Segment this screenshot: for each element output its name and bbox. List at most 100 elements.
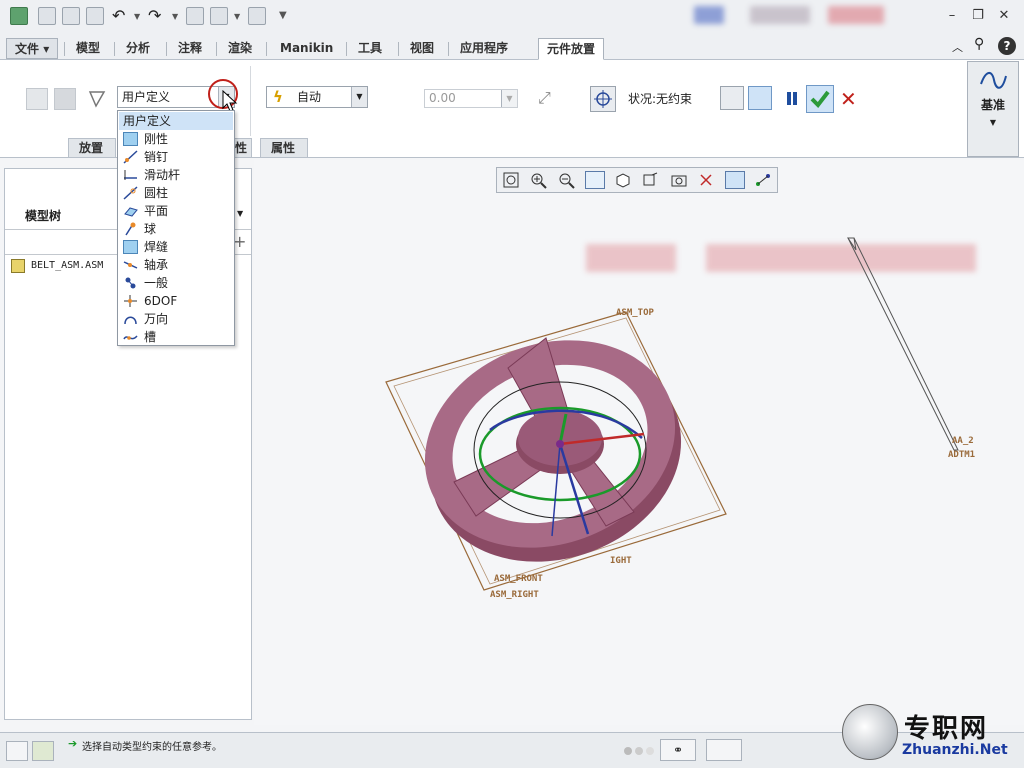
weld-icon [123, 240, 138, 254]
tab-analysis[interactable]: 分析 [118, 38, 158, 59]
browser-toggle-icon[interactable] [32, 741, 54, 761]
annotation-display-icon[interactable] [753, 171, 773, 189]
window-dropdown-icon[interactable]: ▼ [234, 12, 240, 21]
tab-tools[interactable]: 工具 [350, 38, 390, 59]
flip-icon[interactable]: ⤢ [538, 88, 551, 108]
assembly-window-icon[interactable] [748, 86, 772, 110]
regenerate-icon[interactable] [186, 7, 204, 25]
window-icon[interactable] [210, 7, 228, 25]
chevron-down-icon: ▼ [989, 118, 997, 127]
collapse-ribbon-icon[interactable]: ︿ [952, 39, 963, 55]
watermark-title: 专职网 [904, 714, 989, 744]
tab-annotate[interactable]: 注释 [170, 38, 210, 59]
cancel-button[interactable]: ✕ [840, 87, 857, 111]
option-pin[interactable]: 销钉 [119, 148, 233, 166]
group-properties[interactable]: 属性 [260, 138, 308, 157]
saved-orientations-icon[interactable] [641, 171, 661, 189]
chevron-down-icon[interactable]: ▼ [237, 209, 243, 218]
save-icon[interactable] [86, 7, 104, 25]
gimbal-icon [124, 316, 137, 325]
close-icon[interactable]: ✕ [996, 8, 1012, 24]
status-message: 选择自动类型约束的任意参考。 [82, 742, 222, 753]
confirm-button[interactable] [806, 85, 834, 113]
new-file-icon[interactable] [38, 7, 56, 25]
undo-icon[interactable]: ↶ [112, 7, 130, 25]
slider-icon [124, 170, 137, 180]
placement-icon[interactable] [86, 88, 108, 110]
separate-window-icon[interactable] [720, 86, 744, 110]
customize-toolbar-icon[interactable]: ▼ [279, 10, 287, 21]
undo-dropdown-icon[interactable]: ▼ [134, 12, 140, 21]
view-manager-icon[interactable] [669, 171, 689, 189]
datum-display-icon[interactable] [697, 171, 717, 189]
redo-dropdown-icon[interactable]: ▼ [172, 12, 178, 21]
datum-button[interactable]: 基准 ▼ [967, 61, 1019, 157]
close-window-icon[interactable] [248, 7, 266, 25]
constraint-status-icon[interactable] [590, 86, 616, 112]
datum-label-adtm[interactable]: ADTM1 [948, 450, 975, 460]
model-3d-view [385, 237, 976, 591]
datum-curve-icon [980, 72, 1007, 89]
option-slot[interactable]: 槽 [119, 328, 233, 346]
datum-label-aa[interactable]: AA_2 [952, 436, 974, 446]
datum-label-asm-right[interactable]: ASM_RIGHT [490, 590, 539, 600]
title-blur [694, 6, 724, 24]
option-user-defined[interactable]: 用户定义 [119, 112, 233, 130]
datum-label-asm-front[interactable]: ASM_FRONT [494, 574, 543, 584]
ball-icon [125, 222, 136, 236]
tab-render[interactable]: 渲染 [220, 38, 260, 59]
tab-applications[interactable]: 应用程序 [452, 38, 516, 59]
repaint-icon[interactable] [585, 171, 605, 189]
option-rigid[interactable]: 刚性 [119, 130, 233, 148]
option-slider[interactable]: 滑动杆 [119, 166, 233, 184]
graphics-viewport[interactable]: ASM_TOP ASM_FRONT ASM_RIGHT IGHT AA_2 AD… [254, 160, 1024, 725]
tree-root-item[interactable]: BELT_ASM.ASM [31, 260, 103, 271]
auto-constraint-combo[interactable]: ϟ 自动 ▼ [266, 86, 368, 108]
cylinder-icon [123, 186, 138, 200]
pause-icon[interactable] [784, 90, 800, 106]
option-bearing[interactable]: 轴承 [119, 256, 233, 274]
open-file-icon[interactable] [62, 7, 80, 25]
datum-label-right-partial: IGHT [610, 556, 632, 566]
option-6dof[interactable]: 6DOF [119, 292, 233, 310]
progress-indicator [624, 747, 654, 755]
display-style-icon[interactable] [613, 171, 633, 189]
datum-label-asm-top[interactable]: ASM_TOP [616, 308, 654, 318]
bearing-icon [123, 261, 138, 269]
chevron-down-icon[interactable]: ▼ [501, 90, 517, 107]
redo-icon[interactable]: ↷ [148, 7, 166, 25]
restore-icon[interactable]: ❐ [970, 8, 986, 24]
tab-view[interactable]: 视图 [402, 38, 442, 59]
group-placement[interactable]: 放置 [68, 138, 116, 157]
pin-icon [123, 150, 138, 164]
tab-component-placement[interactable]: 元件放置 [538, 38, 605, 60]
find-icon[interactable]: ⚭ [660, 739, 696, 761]
soccer-ball-logo [842, 704, 898, 760]
app-icon[interactable] [10, 7, 28, 25]
chevron-down-icon[interactable]: ▼ [351, 87, 367, 107]
zoom-in-icon[interactable] [529, 171, 549, 189]
slot-icon [123, 335, 138, 340]
option-ball[interactable]: 球 [119, 220, 233, 238]
assembly-icon[interactable] [54, 88, 76, 110]
tab-file[interactable]: 文件 ▾ [6, 38, 59, 59]
help-icon[interactable]: ? [998, 37, 1016, 55]
add-icon[interactable]: + [233, 232, 246, 251]
search-icon[interactable]: ⚲ [974, 36, 984, 52]
option-planar[interactable]: 平面 [119, 202, 233, 220]
view-toolbar [496, 167, 778, 193]
option-weld[interactable]: 焊缝 [119, 238, 233, 256]
tab-model[interactable]: 模型 [68, 38, 108, 59]
option-general[interactable]: 一般 [119, 274, 233, 292]
option-gimbal[interactable]: 万向 [119, 310, 233, 328]
refit-icon[interactable] [501, 171, 521, 189]
model-tree-toggle-icon[interactable] [6, 741, 28, 761]
spin-center-icon[interactable] [725, 171, 745, 189]
minimize-icon[interactable]: – [944, 8, 960, 24]
edit-constraint-icon[interactable] [26, 88, 48, 110]
selection-filter-icon[interactable] [706, 739, 742, 761]
zoom-out-icon[interactable] [557, 171, 577, 189]
tab-manikin[interactable]: Manikin [272, 38, 341, 59]
offset-input[interactable]: 0.00 ▼ [424, 89, 518, 108]
option-cylinder[interactable]: 圆柱 [119, 184, 233, 202]
